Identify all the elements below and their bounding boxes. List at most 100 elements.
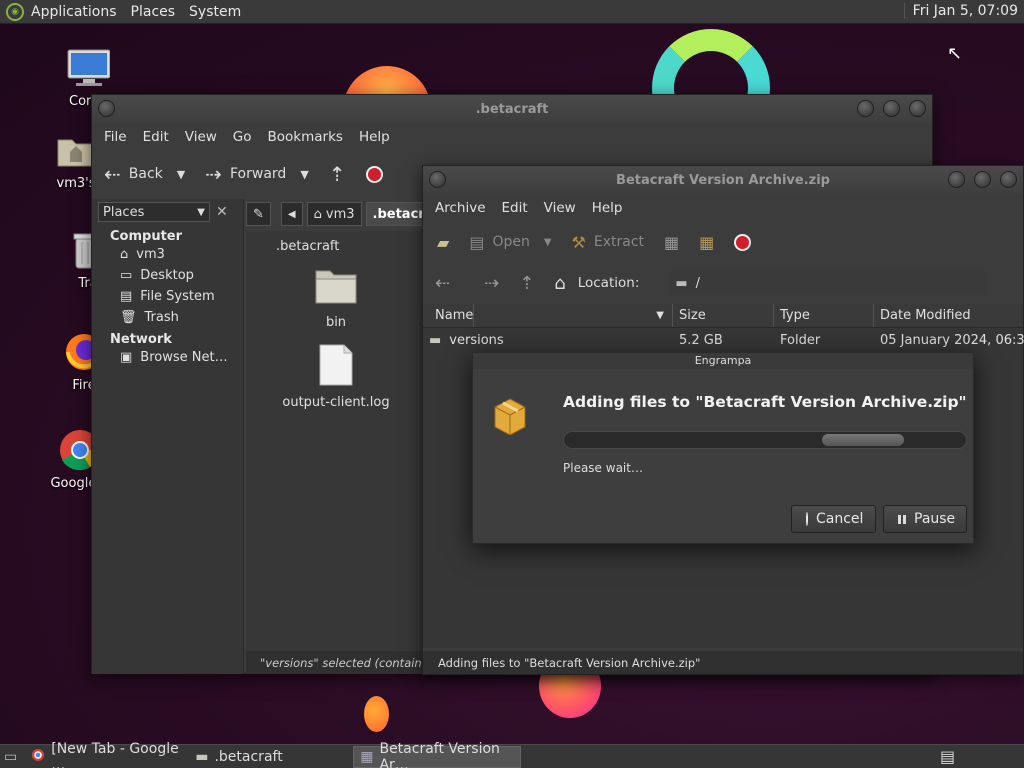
task-label: Betacraft Version Ar…: [379, 740, 500, 768]
column-type[interactable]: Type: [774, 304, 874, 327]
cancel-label: Cancel: [816, 511, 864, 527]
path-button-vm3[interactable]: ⌂ vm3: [306, 202, 362, 226]
archive-icon: ▦: [360, 748, 374, 765]
taskbar-item-chrome[interactable]: [New Tab - Google …: [25, 741, 185, 768]
sidebar-item-desktop[interactable]: ▭ Desktop: [92, 265, 243, 286]
stop-button[interactable]: [356, 165, 393, 183]
window-menu-button[interactable]: [429, 171, 446, 188]
new-archive-button[interactable]: ▰: [427, 233, 459, 252]
chevron-down-icon: ▼: [197, 206, 205, 218]
close-button[interactable]: [1000, 171, 1017, 188]
location-entry[interactable]: ▬ /: [669, 271, 988, 295]
minimize-button[interactable]: [857, 100, 874, 117]
clock[interactable]: Fri Jan 5, 07:09: [903, 3, 1018, 19]
sidebar-item-vm3[interactable]: ⌂ vm3: [92, 244, 243, 265]
pause-button[interactable]: Pause: [883, 505, 967, 533]
back-button[interactable]: ⇠ Back ▼: [94, 162, 195, 186]
sidebar-item-file-system[interactable]: ▤ File System: [92, 286, 243, 307]
workspace-switcher[interactable]: ▤: [940, 747, 960, 767]
folder-icon: [315, 270, 357, 304]
forward-button[interactable]: ⇢: [474, 273, 509, 294]
sidebar-item-trash[interactable]: 🗑 Trash: [92, 307, 243, 328]
open-label: Open: [492, 234, 530, 250]
add-files-button[interactable]: ▦: [654, 233, 689, 252]
dialog-heading: Adding files to "Betacraft Version Archi…: [563, 393, 967, 411]
archive-statusbar: Adding files to "Betacraft Version Archi…: [423, 651, 1023, 674]
show-desktop-icon: ▭: [4, 748, 18, 765]
task-label: .betacraft: [214, 748, 283, 765]
file-item-output-client-log[interactable]: output-client.log: [276, 343, 396, 410]
back-arrow-icon: ⇠: [104, 162, 121, 186]
sidebar-item-label: Trash: [144, 310, 179, 325]
extract-button[interactable]: ⚒ Extract: [562, 233, 655, 252]
menu-help[interactable]: Help: [351, 129, 398, 145]
home-button[interactable]: ⌂: [544, 273, 575, 294]
cancel-button[interactable]: Cancel: [791, 505, 876, 533]
file-manager-titlebar[interactable]: .betacraft: [92, 95, 932, 123]
stop-button[interactable]: [724, 233, 761, 251]
column-label: Name: [429, 304, 475, 327]
menu-places[interactable]: Places: [124, 4, 183, 20]
back-button[interactable]: ⇠: [425, 273, 460, 294]
sidebar-item-label: File System: [140, 289, 215, 304]
menu-edit[interactable]: Edit: [135, 129, 177, 145]
taskbar-item-betacraft[interactable]: ▬ .betacraft: [189, 746, 349, 768]
sidebar-item-label: vm3: [136, 247, 165, 262]
maximize-button[interactable]: [974, 171, 991, 188]
up-arrow-icon: ⇡: [328, 162, 346, 186]
forward-button[interactable]: ⇢ Forward ▼: [195, 162, 319, 186]
menu-bookmarks[interactable]: Bookmarks: [260, 129, 351, 145]
mouse-cursor-icon: ↖: [947, 43, 963, 64]
sidebar-type-combo[interactable]: Places ▼: [98, 202, 210, 222]
menu-view[interactable]: View: [177, 129, 225, 145]
chevron-down-icon[interactable]: ▼: [544, 237, 552, 248]
chrome-icon: [31, 748, 45, 766]
menu-help[interactable]: Help: [584, 200, 631, 216]
table-row[interactable]: ▬ versions 5.2 GB Folder 05 January 2024…: [423, 328, 1024, 352]
up-button[interactable]: ⇡: [509, 273, 544, 294]
chevron-down-icon[interactable]: ▼: [177, 168, 185, 181]
open-archive-icon: ▤: [469, 232, 485, 252]
column-size[interactable]: Size: [673, 304, 774, 327]
column-name[interactable]: Name ▼: [423, 304, 673, 327]
menu-edit[interactable]: Edit: [494, 200, 536, 216]
stop-icon: [734, 233, 752, 251]
up-button[interactable]: ⇡: [319, 162, 356, 186]
column-date-modified[interactable]: Date Modified: [874, 304, 1023, 327]
mate-logo-icon[interactable]: ◉: [6, 2, 24, 21]
row-type: Folder: [780, 332, 821, 348]
edit-icon: ✎: [253, 206, 264, 222]
add-folder-button[interactable]: ▦: [689, 233, 724, 252]
menu-view[interactable]: View: [536, 200, 584, 216]
window-title: Betacraft Version Archive.zip: [616, 172, 830, 188]
menu-go[interactable]: Go: [225, 129, 260, 145]
window-menu-button[interactable]: [98, 100, 115, 117]
home-icon: ⌂: [554, 272, 566, 294]
forward-label: Forward: [230, 166, 287, 182]
pause-icon: [898, 514, 906, 524]
sidebar-item-browse-network[interactable]: ▣ Browse Net…: [92, 347, 243, 368]
menu-archive[interactable]: Archive: [427, 200, 494, 216]
text-file-icon: [319, 344, 353, 386]
dialog-title: Engrampa: [473, 353, 973, 369]
maximize-button[interactable]: [883, 100, 900, 117]
network-icon: ▣: [120, 350, 133, 365]
open-button[interactable]: ▤ Open ▼: [459, 233, 561, 252]
path-left-arrow[interactable]: ◀: [280, 202, 303, 226]
close-button[interactable]: [909, 100, 926, 117]
wallpaper-small-blob: [364, 696, 389, 732]
close-sidebar-icon[interactable]: ✕: [216, 204, 228, 220]
bottom-taskbar: ▭ [New Tab - Google … ▬ .betacraft ▦ Bet…: [0, 741, 1024, 768]
chevron-down-icon[interactable]: ▼: [300, 168, 308, 181]
file-item-bin[interactable]: bin: [286, 265, 386, 330]
archive-manager-titlebar[interactable]: Betacraft Version Archive.zip: [423, 166, 1023, 194]
menu-applications[interactable]: Applications: [24, 4, 124, 20]
archive-manager-menubar: Archive Edit View Help: [423, 194, 1023, 222]
toggle-location-entry-button[interactable]: ✎: [246, 202, 271, 226]
taskbar-item-archive[interactable]: ▦ Betacraft Version Ar…: [353, 741, 522, 768]
show-desktop-button[interactable]: ▭: [0, 746, 21, 768]
menu-file[interactable]: File: [96, 129, 135, 145]
sidebar-heading-network: Network: [110, 332, 172, 347]
menu-system[interactable]: System: [182, 4, 248, 20]
minimize-button[interactable]: [948, 171, 965, 188]
